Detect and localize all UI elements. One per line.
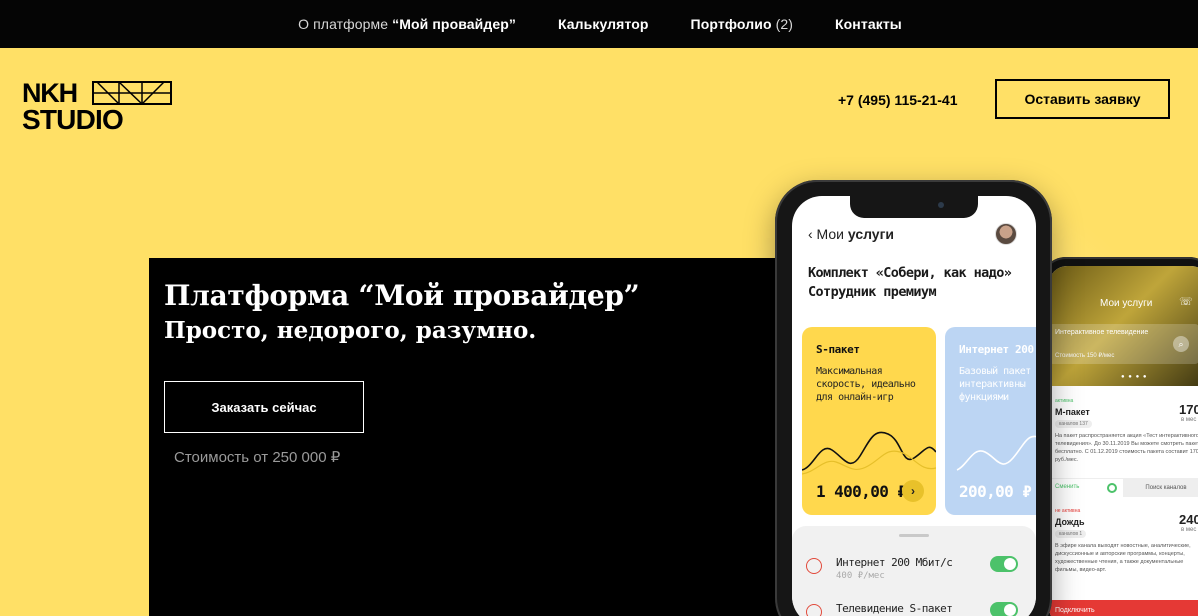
nav-about-prefix: О платформе <box>298 16 393 32</box>
leave-request-button[interactable]: Оставить заявку <box>995 79 1170 119</box>
logo-line2: STUDIO <box>22 104 124 135</box>
phone-main-screen: ‹ Мои услуги Комплект «Собери, как надо»… <box>792 196 1036 616</box>
secondary-banner-price: Стоимость 150 ₽/мес <box>1055 353 1115 359</box>
card-period: в мес <box>1181 527 1197 533</box>
nav-portfolio-label: Портфолио <box>690 16 772 32</box>
card-chip: каналов 1 <box>1055 530 1087 538</box>
card-actions: Сменить Поиск каналов <box>1051 478 1198 497</box>
wifi-icon <box>806 604 822 616</box>
order-now-button[interactable]: Заказать сейчас <box>164 381 364 433</box>
card-name: Дождь <box>1055 517 1085 527</box>
card-price: 1 400,00 ₽ <box>816 482 907 501</box>
card-status: активна <box>1055 398 1074 404</box>
card-period: в мес <box>1181 417 1197 423</box>
card-title: S-пакет <box>816 343 860 356</box>
connect-label: Подключить <box>1055 607 1095 614</box>
nav-portfolio[interactable]: Портфолио (2) <box>691 16 793 32</box>
sheet-grabber <box>899 534 929 537</box>
card-description: Базовый пакет с интерактивны функциями <box>959 366 1036 403</box>
channel-search-button: Поиск каналов <box>1123 479 1198 497</box>
secondary-header-banner: Мои услуги ☏ Интерактивное телевидение С… <box>1049 266 1198 386</box>
back-prefix: ‹ Мои <box>808 226 848 242</box>
service-toggle <box>990 556 1018 572</box>
nav-about-platform[interactable]: О платформе “Мой провайдер” <box>298 16 516 32</box>
service-name: Интернет 200 Мбит/с <box>836 556 953 569</box>
top-navigation: О платформе “Мой провайдер” Калькулятор … <box>0 0 1198 48</box>
card-amount: 170 <box>1179 402 1198 417</box>
service-price: 400 ₽/мес <box>836 571 885 581</box>
avatar <box>995 223 1017 245</box>
tariff-card-s-package: S-пакет Максимальная скорость, идеально … <box>802 327 936 515</box>
hero-title: Платформа “Мой провайдер” <box>164 279 640 312</box>
secondary-title: Мои услуги <box>1100 298 1153 309</box>
service-toggle <box>990 602 1018 616</box>
service-row-internet: Интернет 200 Мбит/с 400 ₽/мес <box>806 554 1022 594</box>
hero-panel: Платформа “Мой провайдер” Просто, недоро… <box>149 258 789 616</box>
wave-graphic <box>956 435 1036 471</box>
logo-mark-icon <box>92 81 172 105</box>
studio-logo[interactable]: NKH STUDIO <box>22 80 172 136</box>
nav-contacts[interactable]: Контакты <box>835 16 902 32</box>
secondary-card-m-package: активна M-пакет каналов 137 170 в мес На… <box>1051 394 1198 498</box>
phone-icon: ☏ <box>1179 296 1193 308</box>
target-icon <box>1107 483 1117 493</box>
nav-about-name: “Мой провайдер” <box>392 16 516 32</box>
service-name: Телевидение S-пакет <box>836 602 953 615</box>
nav-portfolio-count: (2) <box>775 16 794 32</box>
logo-line1: NKH <box>22 78 78 108</box>
card-name: M-пакет <box>1055 407 1090 417</box>
secondary-card-dozhd: не активна Дождь каналов 1 240 в мес В э… <box>1051 504 1198 600</box>
services-sheet: Интернет 200 Мбит/с 400 ₽/мес Телевидени… <box>792 526 1036 616</box>
chevron-right-icon: › <box>902 480 924 502</box>
phone-notch <box>850 196 978 218</box>
camera-icon <box>938 202 944 208</box>
card-description: Максимальная скорость, идеально для онла… <box>816 366 916 403</box>
secondary-banner-box: Интерактивное телевидение Стоимость 150 … <box>1049 324 1198 364</box>
card-status: не активна <box>1055 508 1081 514</box>
back-bold: услуги <box>847 226 895 242</box>
change-link: Сменить <box>1055 484 1080 490</box>
card-price: 200,00 ₽ <box>959 482 1032 501</box>
header-phone-link[interactable]: +7 (495) 115-21-41 <box>838 92 957 108</box>
hero-subtitle: Просто, недорого, разумно. <box>164 317 537 344</box>
phone-secondary-screen: Мои услуги ☏ Интерактивное телевидение С… <box>1049 266 1198 616</box>
hero-price: Стоимость от 250 000 ₽ <box>174 449 341 466</box>
service-row-tv: Телевидение S-пакет <box>806 600 1022 616</box>
tariff-card-internet-200: Интернет 200 Базовый пакет с интерактивн… <box>945 327 1036 515</box>
globe-icon <box>806 558 822 574</box>
back-navigation: ‹ Мои услуги <box>808 226 894 242</box>
nav-calculator[interactable]: Калькулятор <box>558 16 649 32</box>
card-body: На пакет распространяется акция «Тест ин… <box>1055 433 1198 463</box>
secondary-banner-title: Интерактивное телевидение <box>1055 329 1149 336</box>
card-title: Интернет 200 <box>959 343 1034 356</box>
wave-graphic <box>802 431 936 475</box>
carousel-dots: ● ● ● ● <box>1121 374 1148 380</box>
card-amount: 240 <box>1179 512 1198 527</box>
connect-bar: Подключить <box>1049 600 1198 616</box>
search-icon: ⌕ <box>1173 336 1189 352</box>
bundle-heading: Комплект «Собери, как надо» Сотрудник пр… <box>808 265 1012 300</box>
card-chip: каналов 137 <box>1055 420 1092 428</box>
card-body: В эфире канала выходят новостные, аналит… <box>1055 543 1191 573</box>
